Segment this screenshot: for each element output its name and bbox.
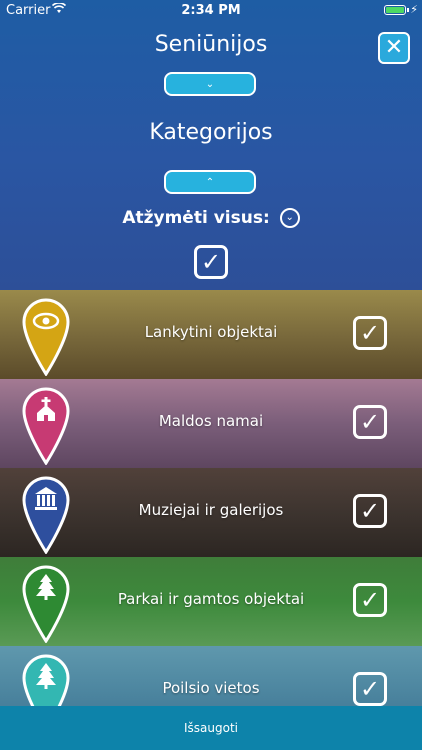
category-row-maldos[interactable]: Maldos namai ✓ xyxy=(0,379,422,468)
category-label: Maldos namai xyxy=(158,412,264,430)
charging-icon: ⚡ xyxy=(410,3,418,16)
chevron-down-icon[interactable]: ⌄ xyxy=(279,208,300,228)
category-row-lankytini[interactable]: Lankytini objektai ✓ xyxy=(0,290,422,379)
category-row-parkai[interactable]: Parkai ir gamtos objektai ✓ xyxy=(0,557,422,646)
save-button[interactable]: Išsaugoti xyxy=(0,706,422,750)
category-checkbox[interactable]: ✓ xyxy=(353,405,387,439)
seniunijos-title: Seniūnijos xyxy=(154,32,268,57)
category-checkbox[interactable]: ✓ xyxy=(353,583,387,617)
tree-icon xyxy=(22,565,70,643)
eye-icon xyxy=(22,298,70,376)
museum-icon xyxy=(22,476,70,554)
category-label: Parkai ir gamtos objektai xyxy=(117,590,305,608)
close-icon: ✕ xyxy=(384,35,404,60)
select-all-row: Atžymėti visus: ⌄ xyxy=(0,208,422,228)
category-row-muziejai[interactable]: Muziejai ir galerijos ✓ xyxy=(0,468,422,557)
close-button[interactable]: ✕ xyxy=(378,32,410,64)
category-checkbox[interactable]: ✓ xyxy=(353,316,387,350)
kategorijos-title: Kategorijos xyxy=(149,120,273,145)
battery-icon xyxy=(384,5,406,15)
select-all-label: Atžymėti visus: xyxy=(122,208,270,228)
status-time: 2:34 PM xyxy=(181,3,241,18)
category-label: Lankytini objektai xyxy=(144,323,278,341)
category-checkbox[interactable]: ✓ xyxy=(353,672,387,706)
seniunijos-toggle-button[interactable]: ⌄ xyxy=(164,72,256,96)
church-icon xyxy=(22,387,70,465)
status-bar: Carrier 2:34 PM ⚡ xyxy=(0,0,422,22)
select-all-checkbox[interactable]: ✓ xyxy=(194,245,228,279)
category-label: Poilsio vietos xyxy=(162,679,260,697)
kategorijos-toggle-button[interactable]: ⌃ xyxy=(164,170,256,194)
category-checkbox[interactable]: ✓ xyxy=(353,494,387,528)
category-label: Muziejai ir galerijos xyxy=(138,501,284,519)
